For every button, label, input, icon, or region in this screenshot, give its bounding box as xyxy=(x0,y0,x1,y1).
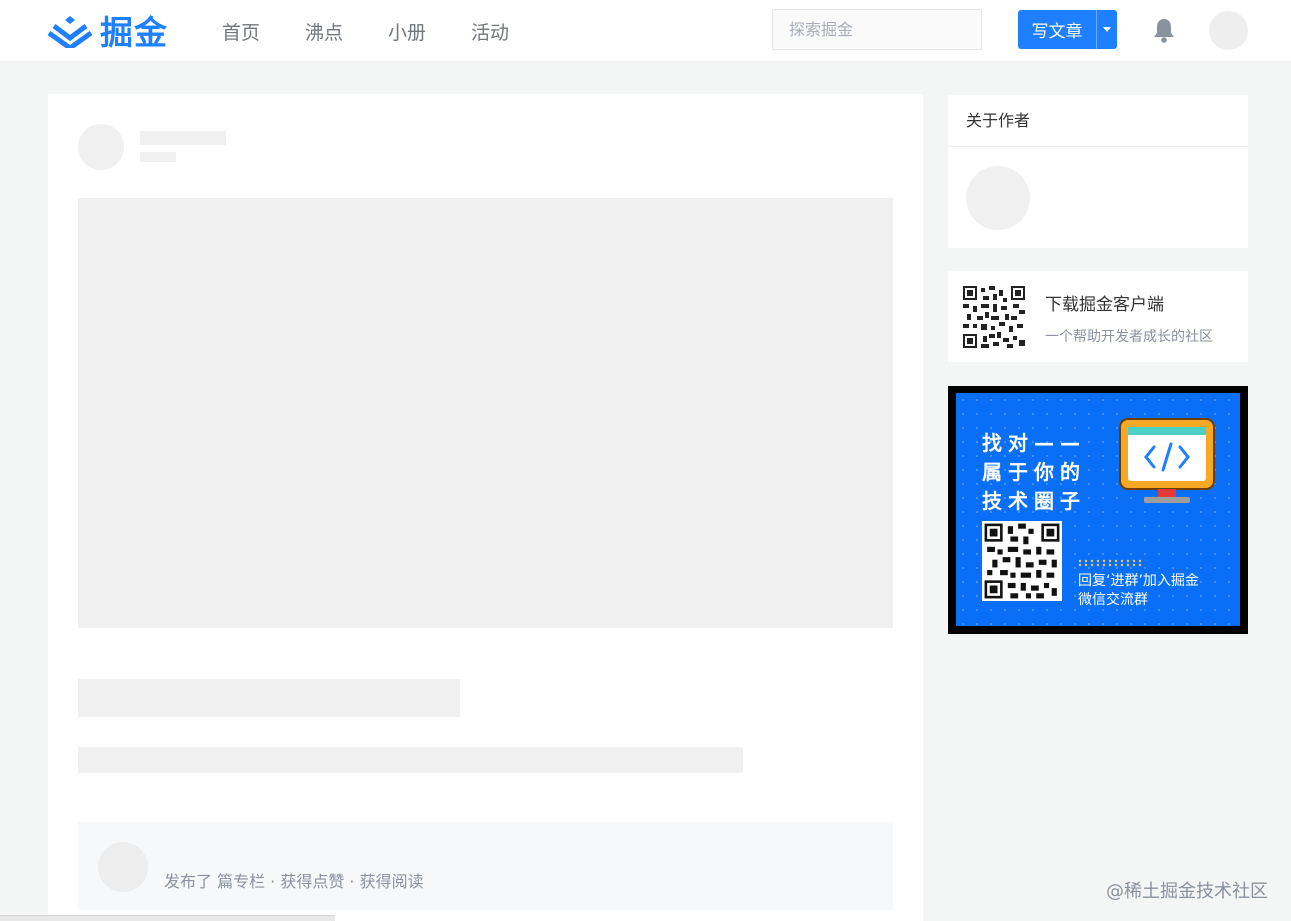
nav-home[interactable]: 首页 xyxy=(222,18,260,45)
article-card: 发布了 篇专栏 · 获得点赞 · 获得阅读 xyxy=(48,94,923,921)
summary-skeleton xyxy=(78,747,743,773)
title-skeleton xyxy=(78,679,460,717)
banner-line-1: 找对—— xyxy=(982,431,1086,455)
caret-down-icon xyxy=(1103,27,1111,32)
banner-caption-1: 回复‘进群’加入掘金 xyxy=(1078,573,1199,589)
nav-pins[interactable]: 沸点 xyxy=(305,18,343,45)
about-author-panel: 关于作者 xyxy=(948,95,1248,248)
top-header: 掘金 首页 沸点 小册 活动 写文章 xyxy=(0,0,1291,62)
nav-events[interactable]: 活动 xyxy=(471,18,509,45)
search-input[interactable] xyxy=(789,20,989,39)
horizontal-scrollbar[interactable] xyxy=(0,915,335,921)
write-article-label[interactable]: 写文章 xyxy=(1018,10,1097,49)
monitor-code-icon xyxy=(1119,418,1215,503)
download-subtitle: 一个帮助开发者成长的社区 xyxy=(1045,329,1213,345)
author-info-strip: 发布了 篇专栏 · 获得点赞 · 获得阅读 xyxy=(78,822,893,910)
write-article-button[interactable]: 写文章 xyxy=(1018,10,1117,49)
write-dropdown-toggle[interactable] xyxy=(1097,10,1117,49)
nav-books[interactable]: 小册 xyxy=(388,18,426,45)
banner-background: 找对—— 属于你的 技术圈子 回复‘进群’加入掘金 微信交流群 xyxy=(956,393,1240,626)
author-name-skeleton xyxy=(140,131,226,145)
author-stats-text: 发布了 篇专栏 · 获得点赞 · 获得阅读 xyxy=(164,872,424,891)
banner-qr-code xyxy=(982,521,1062,601)
banner-line-3: 技术圈子 xyxy=(982,489,1086,513)
dots-decoration xyxy=(1078,559,1142,567)
user-avatar[interactable] xyxy=(1209,11,1248,50)
bell-icon[interactable] xyxy=(1150,16,1178,44)
banner-line-2: 属于你的 xyxy=(982,460,1086,484)
author-meta-skeleton xyxy=(140,152,176,162)
juejin-logo[interactable]: 掘金 xyxy=(48,8,168,52)
about-avatar-skeleton xyxy=(966,166,1030,230)
banner-caption-2: 微信交流群 xyxy=(1078,592,1148,608)
download-qr-code xyxy=(963,286,1025,348)
watermark-text: @稀土掘金技术社区 xyxy=(1106,881,1268,902)
juejin-logo-icon xyxy=(48,16,92,48)
download-title[interactable]: 下载掘金客户端 xyxy=(1045,290,1164,315)
author-avatar-skeleton xyxy=(78,124,124,170)
download-app-panel[interactable]: 下载掘金客户端 一个帮助开发者成长的社区 xyxy=(948,271,1248,362)
about-author-title: 关于作者 xyxy=(948,95,1248,147)
community-banner[interactable]: 找对—— 属于你的 技术圈子 回复‘进群’加入掘金 微信交流群 xyxy=(948,386,1248,634)
cover-image-skeleton xyxy=(78,198,893,628)
search-box xyxy=(772,9,989,50)
main-nav: 首页 沸点 小册 活动 xyxy=(222,0,554,62)
logo-text: 掘金 xyxy=(100,13,168,52)
strip-avatar-skeleton xyxy=(98,842,148,892)
